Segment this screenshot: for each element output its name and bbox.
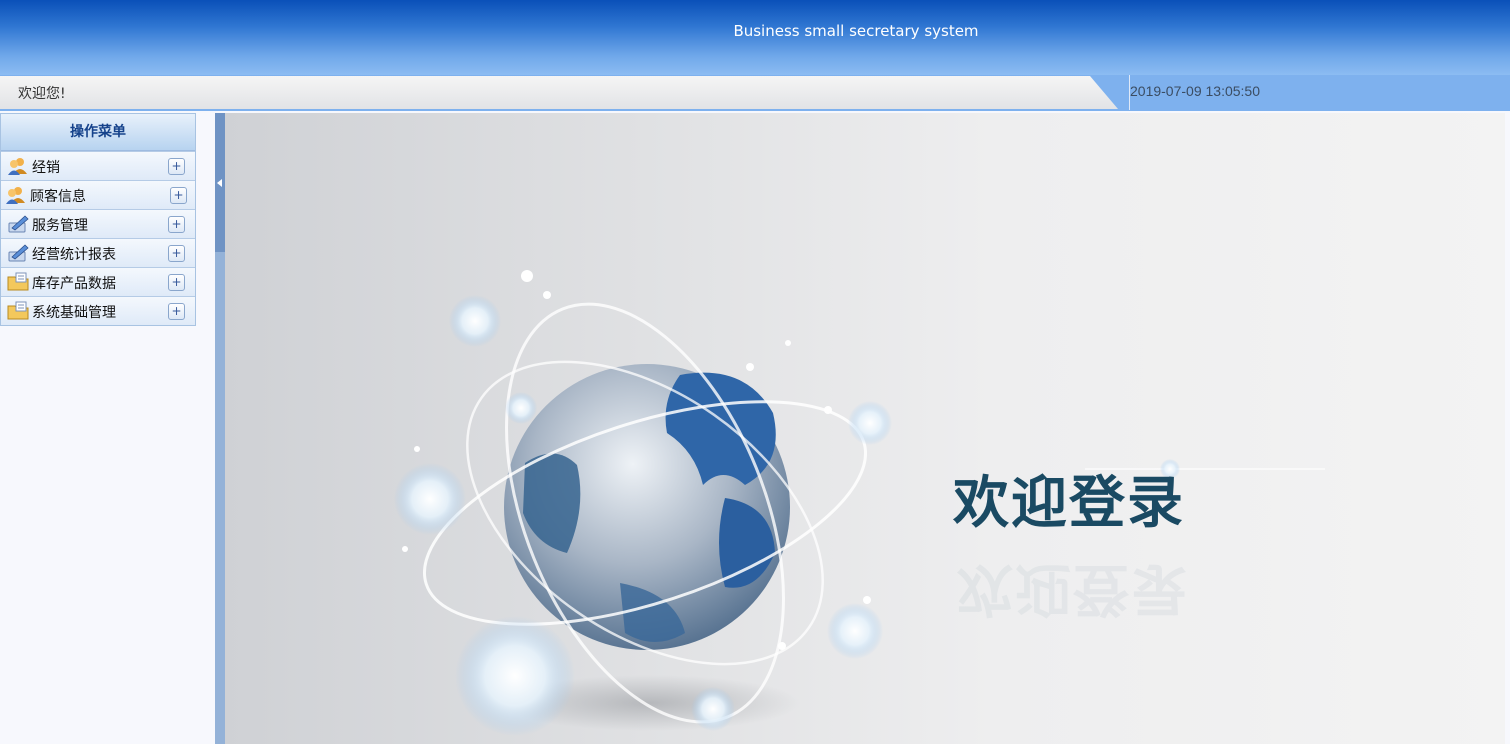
info-bar: 欢迎您! 2019-07-09 13:05:50: [0, 75, 1510, 111]
menu-item-label: 经销: [32, 160, 60, 176]
expand-icon[interactable]: +: [170, 187, 187, 204]
menu-item-distribution[interactable]: 经销 +: [1, 151, 195, 180]
expand-icon[interactable]: +: [168, 216, 185, 233]
folder-icon: [7, 272, 29, 291]
pencil-icon: [8, 215, 29, 233]
expand-icon[interactable]: +: [168, 303, 185, 320]
menu-item-inventory-data[interactable]: 库存产品数据 +: [1, 267, 195, 296]
expand-icon[interactable]: +: [168, 245, 185, 262]
users-icon: [8, 158, 27, 175]
welcome-text: 欢迎您!: [18, 86, 66, 102]
current-datetime: 2019-07-09 13:05:50: [1130, 83, 1260, 99]
menu-item-business-reports[interactable]: 经营统计报表 +: [1, 238, 195, 267]
menu-title: 操作菜单: [1, 114, 195, 151]
operation-menu: 操作菜单 经销 + 顾客信息 + 服务管理 + 经营统计报表 + 库存产品数据 …: [0, 113, 196, 326]
globe-illustration: [394, 270, 1325, 736]
welcome-heading: 欢迎登录: [953, 471, 1185, 536]
users-icon: [6, 187, 25, 204]
menu-item-service-management[interactable]: 服务管理 +: [1, 209, 195, 238]
menu-item-label: 顾客信息: [30, 189, 86, 205]
menu-item-customer-info[interactable]: 顾客信息 +: [1, 180, 195, 209]
collapse-arrow-icon[interactable]: [217, 179, 222, 187]
menu-item-label: 库存产品数据: [32, 276, 116, 292]
app-title: Business small secretary system: [733, 22, 979, 40]
main-content: 欢迎登录 欢迎登录: [225, 113, 1505, 744]
welcome-tab: 欢迎您!: [0, 76, 1118, 109]
app-header: Business small secretary system: [0, 0, 1510, 75]
menu-item-label: 服务管理: [32, 218, 88, 234]
folder-icon: [7, 301, 29, 320]
menu-item-label: 经营统计报表: [32, 247, 116, 263]
sidebar-splitter[interactable]: [215, 113, 225, 744]
menu-item-label: 系统基础管理: [32, 305, 116, 321]
expand-icon[interactable]: +: [168, 158, 185, 175]
welcome-heading-reflection: 欢迎登录: [957, 556, 1189, 621]
pencil-icon: [8, 244, 29, 262]
expand-icon[interactable]: +: [168, 274, 185, 291]
menu-item-system-management[interactable]: 系统基础管理 +: [1, 296, 195, 325]
collapse-handle[interactable]: [215, 113, 225, 252]
